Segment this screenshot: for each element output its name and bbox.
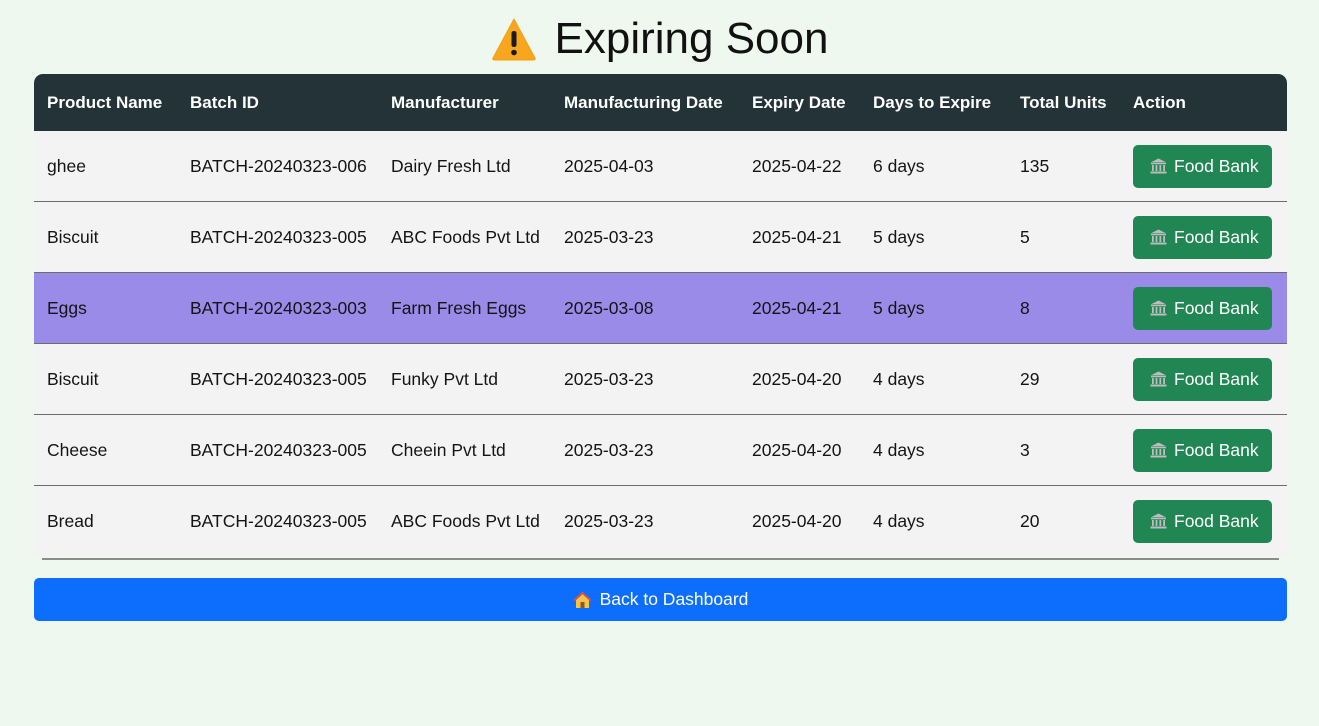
table-body: ghee BATCH-20240323-006 Dairy Fresh Ltd 202… (34, 131, 1287, 556)
cell-manufacturing-date: 2025-03-23 (551, 414, 739, 486)
cell-batch-id: BATCH-20240323-003 (177, 272, 378, 344)
cell-total-units: 29 (1007, 343, 1120, 415)
cell-total-units: 20 (1007, 485, 1120, 556)
page-title-text: Expiring Soon (554, 14, 829, 63)
page-title: Expiring Soon (0, 12, 1319, 66)
col-header-manufacturing-date: Manufacturing Date (564, 92, 723, 112)
cell-total-units: 3 (1007, 414, 1120, 486)
food-bank-label: Food Bank (1174, 297, 1259, 318)
cell-action: Food Bank (1120, 343, 1287, 415)
cell-days-to-expire: 6 days (860, 131, 1007, 202)
cell-manufacturer: ABC Foods Pvt Ltd (378, 485, 551, 556)
bank-icon (1150, 300, 1167, 316)
table-bottom-divider (42, 558, 1279, 560)
table-row: Bread BATCH-20240323-005 ABC Foods Pvt Ltd… (34, 485, 1287, 556)
cell-manufacturer: Dairy Fresh Ltd (378, 131, 551, 202)
cell-action: Food Bank (1120, 272, 1287, 344)
cell-expiry-date: 2025-04-20 (739, 343, 860, 415)
table-row: Biscuit BATCH-20240323-005 Funky Pvt Ltd 20… (34, 343, 1287, 415)
food-bank-label: Food Bank (1174, 439, 1259, 460)
food-bank-button[interactable]: Food Bank (1133, 286, 1272, 330)
cell-batch-id: BATCH-20240323-005 (177, 201, 378, 273)
cell-expiry-date: 2025-04-21 (739, 272, 860, 344)
cell-manufacturing-date: 2025-03-23 (551, 485, 739, 556)
food-bank-button[interactable]: Food Bank (1133, 144, 1272, 188)
food-bank-button[interactable]: Food Bank (1133, 499, 1272, 543)
food-bank-label: Food Bank (1174, 226, 1259, 247)
cell-expiry-date: 2025-04-20 (739, 485, 860, 556)
cell-days-to-expire: 5 days (860, 201, 1007, 273)
cell-manufacturer: Funky Pvt Ltd (378, 343, 551, 415)
col-header-expiry-date: Expiry Date (752, 92, 846, 112)
table-row: Eggs BATCH-20240323-003 Farm Fresh Eggs 202… (34, 272, 1287, 344)
cell-product-name: Cheese (34, 414, 177, 486)
bank-icon (1150, 371, 1167, 387)
cell-manufacturing-date: 2025-03-23 (551, 201, 739, 273)
col-header-days-to-expire: Days to Expire (873, 92, 992, 112)
cell-manufacturing-date: 2025-04-03 (551, 131, 739, 202)
cell-product-name: Bread (34, 485, 177, 556)
col-header-manufacturer: Manufacturer (391, 92, 499, 112)
cell-expiry-date: 2025-04-21 (739, 201, 860, 273)
cell-days-to-expire: 4 days (860, 485, 1007, 556)
col-header-total-units: Total Units (1020, 92, 1107, 112)
cell-total-units: 8 (1007, 272, 1120, 344)
cell-action: Food Bank (1120, 201, 1287, 273)
cell-manufacturing-date: 2025-03-23 (551, 343, 739, 415)
cell-days-to-expire: 4 days (860, 343, 1007, 415)
cell-manufacturing-date: 2025-03-08 (551, 272, 739, 344)
cell-total-units: 135 (1007, 131, 1120, 202)
cell-expiry-date: 2025-04-20 (739, 414, 860, 486)
col-header-action: Action (1133, 92, 1186, 112)
back-to-dashboard-label: Back to Dashboard (599, 589, 749, 609)
house-icon (573, 591, 592, 608)
back-to-dashboard-button[interactable]: Back to Dashboard (34, 578, 1287, 621)
cell-product-name: Biscuit (34, 201, 177, 273)
cell-manufacturer: Farm Fresh Eggs (378, 272, 551, 344)
cell-product-name: Eggs (34, 272, 177, 344)
cell-action: Food Bank (1120, 131, 1287, 202)
food-bank-button[interactable]: Food Bank (1133, 215, 1272, 259)
cell-expiry-date: 2025-04-22 (739, 131, 860, 202)
cell-product-name: Biscuit (34, 343, 177, 415)
warning-icon (491, 18, 536, 61)
table-row: Biscuit BATCH-20240323-005 ABC Foods Pvt L… (34, 201, 1287, 273)
cell-batch-id: BATCH-20240323-005 (177, 343, 378, 415)
bank-icon (1150, 442, 1167, 458)
table-row: ghee BATCH-20240323-006 Dairy Fresh Ltd 202… (34, 131, 1287, 202)
cell-days-to-expire: 5 days (860, 272, 1007, 344)
bank-icon (1150, 158, 1167, 174)
bank-icon (1150, 513, 1167, 529)
cell-days-to-expire: 4 days (860, 414, 1007, 486)
cell-batch-id: BATCH-20240323-005 (177, 485, 378, 556)
food-bank-label: Food Bank (1174, 368, 1259, 389)
cell-product-name: ghee (34, 131, 177, 202)
cell-action: Food Bank (1120, 414, 1287, 486)
col-header-product-name: Product Name (47, 92, 163, 112)
expiring-table: Product Name Batch ID Manufacturer Manuf… (34, 74, 1287, 556)
cell-batch-id: BATCH-20240323-005 (177, 414, 378, 486)
cell-action: Food Bank (1120, 485, 1287, 556)
col-header-batch-id: Batch ID (190, 92, 259, 112)
table-row: Cheese BATCH-20240323-005 Cheein Pvt Ltd 20… (34, 414, 1287, 486)
food-bank-label: Food Bank (1174, 155, 1259, 176)
food-bank-button[interactable]: Food Bank (1133, 428, 1272, 472)
bank-icon (1150, 229, 1167, 245)
cell-total-units: 5 (1007, 201, 1120, 273)
cell-manufacturer: ABC Foods Pvt Ltd (378, 201, 551, 273)
food-bank-label: Food Bank (1174, 510, 1259, 531)
food-bank-button[interactable]: Food Bank (1133, 357, 1272, 401)
table-header-row: Product Name Batch ID Manufacturer Manuf… (34, 74, 1287, 131)
cell-batch-id: BATCH-20240323-006 (177, 131, 378, 202)
cell-manufacturer: Cheein Pvt Ltd (378, 414, 551, 486)
